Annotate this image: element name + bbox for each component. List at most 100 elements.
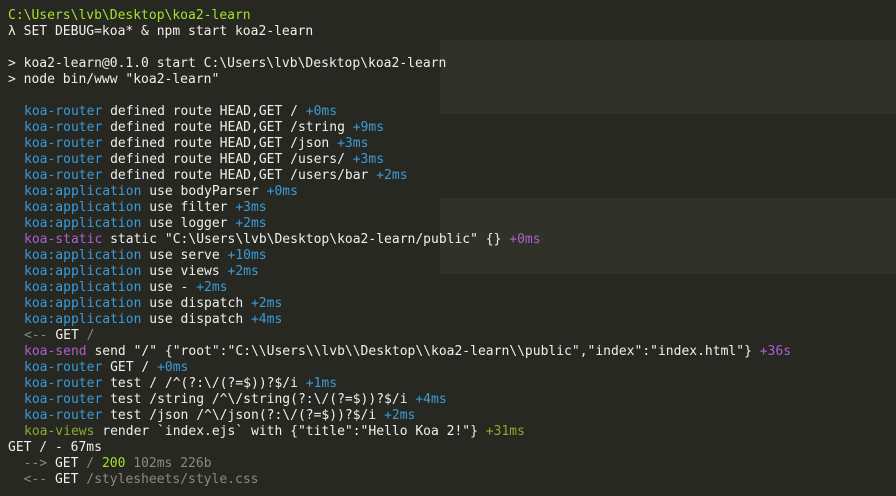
terminal-line: koa-static static "C:\Users\lvb\Desktop\… [0,232,896,248]
terminal-text-segment: +2ms [384,408,416,423]
terminal-text-segment: koa:application [24,248,142,263]
terminal-text-segment: koa-router [24,120,103,135]
terminal-text-segment: koa:application [24,184,142,199]
terminal-text-segment: koa:application [24,296,142,311]
terminal-text-segment: koa-static [24,232,103,247]
terminal-window[interactable]: C:\Users\lvb\Desktop\koa2-learn λ SET DEB… [0,0,896,496]
terminal-text-segment: +10ms [227,248,267,263]
terminal-line: koa-router defined route HEAD,GET /users… [0,152,896,168]
terminal-text-segment: use - [141,280,197,295]
terminal-text-segment: use views [141,264,228,279]
terminal-line: GET / - 67ms [0,440,896,456]
terminal-line: > node bin/www "koa2-learn" [0,72,896,88]
terminal-text-segment: defined route HEAD,GET /json [102,136,338,151]
terminal-text-segment: +4ms [415,392,447,407]
terminal-line: koa-router defined route HEAD,GET /json … [0,136,896,152]
terminal-text-segment: +0ms [509,232,541,247]
terminal-line: koa:application use filter +3ms [0,200,896,216]
terminal-text-segment: +4ms [250,312,283,327]
terminal-text-segment: koa:application [24,216,142,231]
terminal-line: koa-send send "/" {"root":"C:\\Users\\lv… [0,344,896,360]
terminal-text-segment: defined route HEAD,GET /users/ [102,152,353,167]
terminal-text-segment: use serve [141,248,228,263]
terminal-text-segment: +3ms [352,152,385,167]
terminal-line: koa:application use - +2ms [0,280,896,296]
terminal-text-segment: koa-views [24,424,95,439]
terminal-text-segment: <-- [8,472,55,487]
terminal-text-segment: +31ms [485,424,525,439]
terminal-text-segment: koa-router [24,408,103,423]
terminal-text-segment: koa:application [24,200,142,215]
terminal-line: C:\Users\lvb\Desktop\koa2-learn [0,8,896,24]
terminal-text-segment: GET [54,472,79,487]
terminal-text-segment: koa-router [24,392,103,407]
terminal-text-segment: +0ms [266,184,298,199]
terminal-text-segment: > node bin/www "koa2-learn" [8,72,220,87]
terminal-text-segment: koa-router [24,376,103,391]
terminal-line: > koa2-learn@0.1.0 start C:\Users\lvb\De… [0,56,896,72]
terminal-text-segment: λ SET DEBUG=koa* & npm start koa2-learn [8,24,314,39]
terminal-text-segment: koa-send [24,344,87,359]
terminal-text-segment: defined route HEAD,GET /users/bar [102,168,377,183]
terminal-line: --> GET / 200 102ms 226b [0,456,896,472]
terminal-text-segment: render `index.ejs` with {"title":"Hello … [94,424,486,439]
terminal-line: koa-router defined route HEAD,GET /strin… [0,120,896,136]
terminal-text-segment: GET / - 67ms [8,440,102,455]
terminal-text-segment: +0ms [305,104,338,119]
terminal-line: koa:application use serve +10ms [0,248,896,264]
terminal-text-segment: <-- [24,328,56,343]
terminal-line: koa-router GET / +0ms [0,360,896,376]
terminal-text-segment: test / /^(?:\/(?=$))?$/i [102,376,306,391]
terminal-text-segment: / [78,328,95,343]
terminal-text-segment: +1ms [305,376,338,391]
terminal-line: koa-views render `index.ejs` with {"titl… [0,424,896,440]
terminal-text-segment: defined route HEAD,GET /string [102,120,353,135]
terminal-text-segment: use dispatch [141,312,251,327]
terminal-text-segment: use filter [141,200,236,215]
terminal-text-segment: static "C:\Users\lvb\Desktop\koa2-learn/… [102,232,510,247]
terminal-line: koa:application use bodyParser +0ms [0,184,896,200]
terminal-text-segment: +2ms [227,264,259,279]
terminal-text-segment: send "/" {"root":"C:\\Users\\lvb\\Deskto… [86,344,760,359]
terminal-line: koa-router defined route HEAD,GET / +0ms [0,104,896,120]
terminal-line: koa:application use dispatch +2ms [0,296,896,312]
terminal-text-segment: /stylesheets/style.css [78,472,259,487]
terminal-text-segment: test /json /^\/json(?:\/(?=$))?$/i [102,408,385,423]
terminal-text-segment: +2ms [376,168,408,183]
terminal-text-segment: / [78,456,102,471]
terminal-text-segment: +3ms [235,200,267,215]
terminal-text-segment: --> [8,456,55,471]
terminal-text-segment: koa-router [24,152,103,167]
terminal-line: koa-router test /string /^\/string(?:\/(… [0,392,896,408]
terminal-text-segment: koa-router [24,360,103,375]
terminal-text-segment: C:\Users\lvb\Desktop\koa2-learn [8,8,251,23]
terminal-text-segment: +0ms [157,360,189,375]
terminal-text-segment: use logger [141,216,236,231]
terminal-text-segment: koa-router [24,168,103,183]
terminal-text-segment: +9ms [352,120,385,135]
terminal-text-segment: +2ms [250,296,283,311]
terminal-line: koa-router defined route HEAD,GET /users… [0,168,896,184]
terminal-text-segment: defined route HEAD,GET / [102,104,306,119]
terminal-text-segment: koa:application [24,264,142,279]
terminal-text-segment: +3ms [337,136,369,151]
terminal-text-segment: +2ms [196,280,228,295]
terminal-line: koa-router test / /^(?:\/(?=$))?$/i +1ms [0,376,896,392]
terminal-line: koa:application use views +2ms [0,264,896,280]
terminal-line: <-- GET / [0,328,896,344]
terminal-text-segment: use bodyParser [141,184,267,199]
terminal-text-segment: GET [54,456,79,471]
terminal-text-segment: koa-router [24,104,103,119]
terminal-text-segment: koa:application [24,312,142,327]
terminal-text-segment: GET / [102,360,158,375]
terminal-text-segment: 200 [101,456,126,471]
terminal-text-segment: 102ms 226b [125,456,212,471]
terminal-text-segment: koa-router [24,136,103,151]
terminal-line: λ SET DEBUG=koa* & npm start koa2-learn [0,24,896,40]
terminal-line: koa-router test /json /^\/json(?:\/(?=$)… [0,408,896,424]
terminal-line: koa:application use logger +2ms [0,216,896,232]
terminal-text-segment: +36s [759,344,792,359]
terminal-text-segment: GET [55,328,79,343]
